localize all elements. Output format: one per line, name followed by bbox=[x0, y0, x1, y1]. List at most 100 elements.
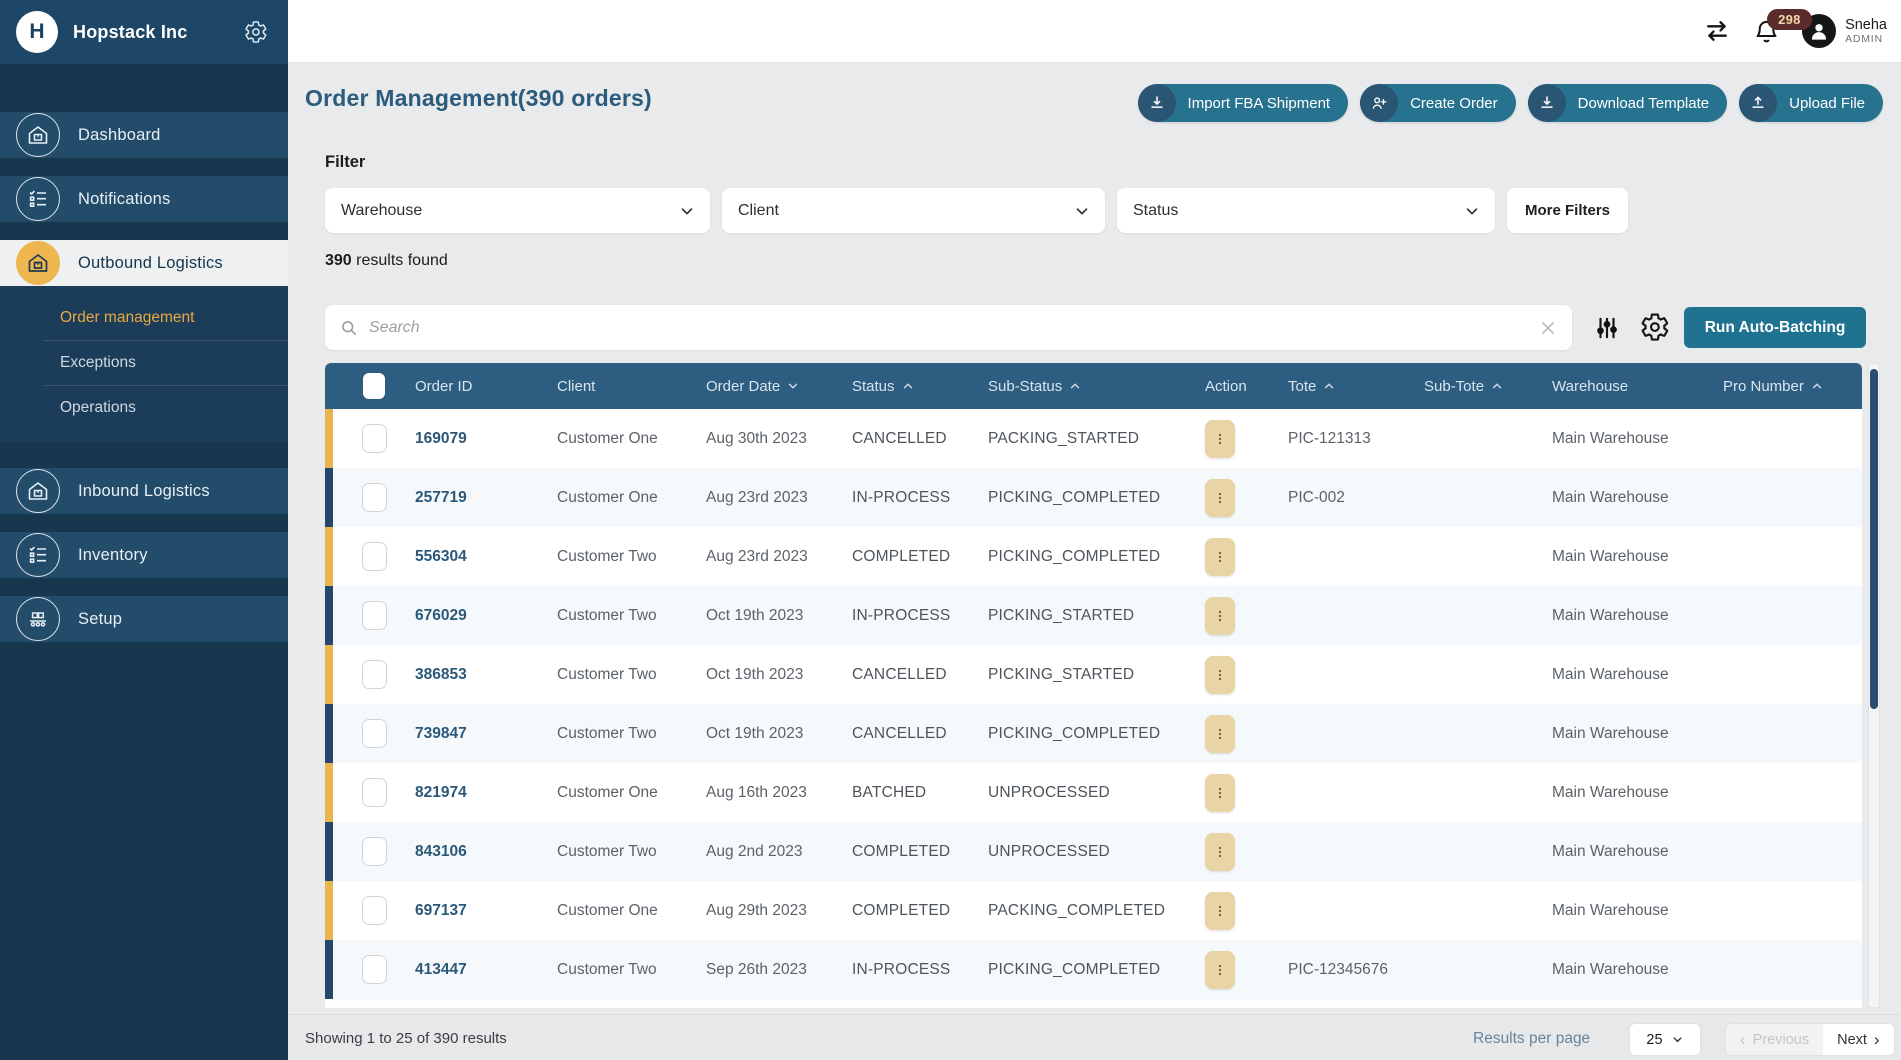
more-filters-button[interactable]: More Filters bbox=[1507, 188, 1628, 233]
cell-status: COMPLETED bbox=[852, 902, 988, 920]
cell-client: Customer Two bbox=[557, 725, 706, 743]
create-order-button[interactable]: Create Order bbox=[1360, 84, 1516, 122]
row-actions-kebab-button[interactable] bbox=[1205, 715, 1235, 753]
client-filter-dropdown[interactable]: Client bbox=[722, 188, 1105, 233]
cell-order-id[interactable]: 843106 bbox=[415, 843, 557, 861]
row-status-stripe bbox=[325, 822, 333, 881]
cell-order-id[interactable]: 676029 bbox=[415, 607, 557, 625]
cell-action bbox=[1205, 892, 1288, 930]
filter-section-label: Filter bbox=[325, 153, 365, 172]
button-label: Upload File bbox=[1777, 95, 1883, 112]
row-checkbox[interactable] bbox=[362, 424, 387, 453]
row-actions-kebab-button[interactable] bbox=[1205, 538, 1235, 576]
run-auto-batching-button[interactable]: Run Auto-Batching bbox=[1684, 307, 1866, 348]
row-checkbox[interactable] bbox=[362, 778, 387, 807]
row-checkbox[interactable] bbox=[362, 483, 387, 512]
row-checkbox[interactable] bbox=[362, 601, 387, 630]
cell-order-date: Oct 19th 2023 bbox=[706, 725, 852, 743]
row-checkbox[interactable] bbox=[362, 660, 387, 689]
sort-desc-icon bbox=[786, 379, 800, 393]
user-menu[interactable]: Sneha ADMIN bbox=[1802, 14, 1887, 48]
cell-order-id[interactable]: 257719 bbox=[415, 489, 557, 507]
previous-page-button[interactable]: ‹Previous bbox=[1726, 1024, 1823, 1055]
sort-asc-icon bbox=[1490, 379, 1504, 393]
row-actions-kebab-button[interactable] bbox=[1205, 833, 1235, 871]
column-header-sub-tote[interactable]: Sub-Tote bbox=[1424, 378, 1552, 395]
column-header-action[interactable]: Action bbox=[1205, 378, 1288, 395]
column-header-warehouse[interactable]: Warehouse bbox=[1552, 378, 1723, 395]
next-page-button[interactable]: Next› bbox=[1823, 1024, 1894, 1055]
import-fba-shipment-button[interactable]: Import FBA Shipment bbox=[1138, 84, 1349, 122]
row-actions-kebab-button[interactable] bbox=[1205, 420, 1235, 458]
row-actions-kebab-button[interactable] bbox=[1205, 479, 1235, 517]
pager: ‹Previous Next› bbox=[1725, 1023, 1895, 1056]
column-header-sub-status[interactable]: Sub-Status bbox=[988, 378, 1205, 395]
sidebar-nav: Dashboard Notifications Outbound Logisti… bbox=[0, 112, 288, 642]
notification-count-badge: 298 bbox=[1767, 9, 1812, 30]
row-actions-kebab-button[interactable] bbox=[1205, 774, 1235, 812]
submenu-item-exceptions[interactable]: Exceptions bbox=[0, 341, 288, 385]
notifications-bell-icon[interactable]: 298 bbox=[1753, 18, 1780, 45]
filter-sliders-icon[interactable] bbox=[1594, 315, 1620, 341]
table-bottom-strip bbox=[325, 999, 1862, 1008]
submenu-item-operations[interactable]: Operations bbox=[0, 386, 288, 430]
cell-action bbox=[1205, 774, 1288, 812]
cell-order-id[interactable]: 413447 bbox=[415, 961, 557, 979]
column-header-pro-number[interactable]: Pro Number bbox=[1723, 378, 1862, 395]
swap-arrows-icon[interactable] bbox=[1703, 17, 1731, 45]
table-settings-gear-icon[interactable] bbox=[1640, 312, 1670, 342]
cell-tote: PIC-002 bbox=[1288, 489, 1424, 507]
order-management-page: H Hopstack Inc Dashboard Notifications bbox=[0, 0, 1901, 1060]
search-input[interactable] bbox=[369, 319, 1538, 337]
row-actions-kebab-button[interactable] bbox=[1205, 892, 1235, 930]
sidebar-item-label: Inbound Logistics bbox=[78, 482, 210, 501]
button-label: Import FBA Shipment bbox=[1176, 95, 1349, 112]
select-all-checkbox[interactable] bbox=[363, 373, 385, 399]
cell-order-id[interactable]: 169079 bbox=[415, 430, 557, 448]
sidebar-gear-icon[interactable] bbox=[244, 20, 268, 44]
sidebar-item-dashboard[interactable]: Dashboard bbox=[0, 112, 288, 158]
download-template-button[interactable]: Download Template bbox=[1528, 84, 1727, 122]
page-size-select[interactable]: 25 bbox=[1629, 1023, 1701, 1056]
submenu-item-order-management[interactable]: Order management bbox=[0, 296, 288, 340]
cell-warehouse: Main Warehouse bbox=[1552, 607, 1723, 625]
cell-order-id[interactable]: 739847 bbox=[415, 725, 557, 743]
sidebar-item-outbound-logistics[interactable]: Outbound Logistics bbox=[0, 240, 288, 286]
column-header-tote[interactable]: Tote bbox=[1288, 378, 1424, 395]
cell-client: Customer One bbox=[557, 430, 706, 448]
row-actions-kebab-button[interactable] bbox=[1205, 597, 1235, 635]
cell-client: Customer Two bbox=[557, 607, 706, 625]
row-checkbox[interactable] bbox=[362, 955, 387, 984]
cell-sub-status: UNPROCESSED bbox=[988, 843, 1205, 861]
column-header-order-date[interactable]: Order Date bbox=[706, 378, 852, 395]
cell-order-id[interactable]: 821974 bbox=[415, 784, 557, 802]
status-filter-dropdown[interactable]: Status bbox=[1117, 188, 1495, 233]
cell-order-id[interactable]: 386853 bbox=[415, 666, 557, 684]
cell-order-id[interactable]: 697137 bbox=[415, 902, 557, 920]
row-actions-kebab-button[interactable] bbox=[1205, 656, 1235, 694]
sidebar-item-inbound-logistics[interactable]: Inbound Logistics bbox=[0, 468, 288, 514]
row-checkbox[interactable] bbox=[362, 542, 387, 571]
warehouse-filter-dropdown[interactable]: Warehouse bbox=[325, 188, 710, 233]
sidebar-item-inventory[interactable]: Inventory bbox=[0, 532, 288, 578]
sidebar-item-setup[interactable]: Setup bbox=[0, 596, 288, 642]
row-checkbox[interactable] bbox=[362, 837, 387, 866]
cell-client: Customer Two bbox=[557, 961, 706, 979]
sidebar-item-notifications[interactable]: Notifications bbox=[0, 176, 288, 222]
download-icon bbox=[1138, 84, 1176, 122]
upload-file-button[interactable]: Upload File bbox=[1739, 84, 1883, 122]
dropdown-value: Warehouse bbox=[341, 202, 678, 220]
search-box bbox=[325, 305, 1572, 350]
row-checkbox[interactable] bbox=[362, 719, 387, 748]
row-actions-kebab-button[interactable] bbox=[1205, 951, 1235, 989]
column-header-status[interactable]: Status bbox=[852, 378, 988, 395]
column-header-order-id[interactable]: Order ID bbox=[415, 378, 557, 395]
cell-client: Customer One bbox=[557, 784, 706, 802]
column-label: Warehouse bbox=[1552, 378, 1628, 395]
clear-search-icon[interactable] bbox=[1538, 318, 1558, 338]
row-checkbox[interactable] bbox=[362, 896, 387, 925]
column-header-client[interactable]: Client bbox=[557, 378, 706, 395]
scrollbar-thumb[interactable] bbox=[1870, 369, 1878, 709]
cell-order-id[interactable]: 556304 bbox=[415, 548, 557, 566]
chevron-down-icon bbox=[678, 202, 696, 220]
